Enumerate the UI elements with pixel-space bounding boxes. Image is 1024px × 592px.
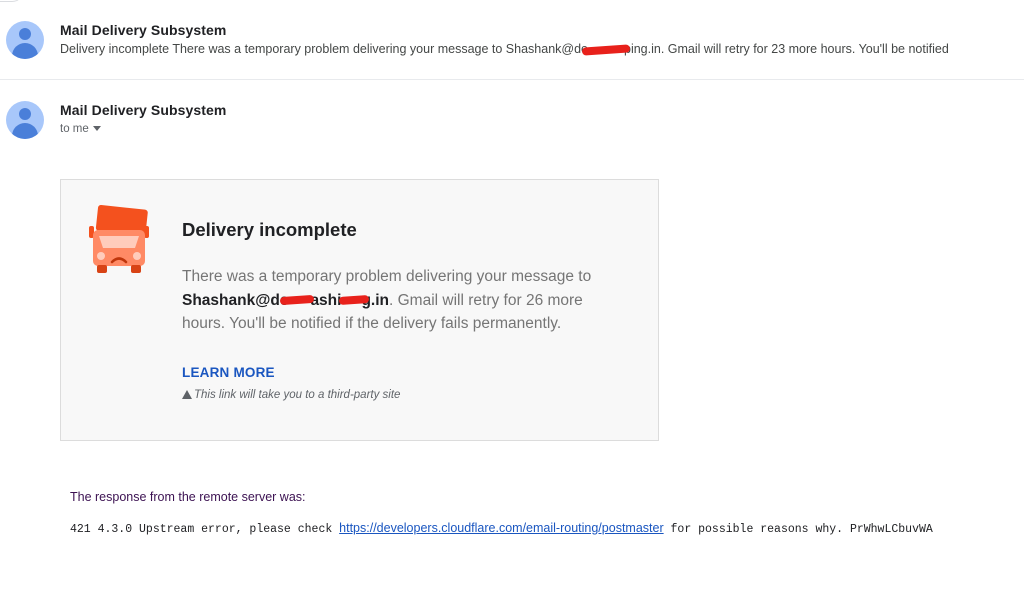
response-label: The response from the remote server was: [70, 490, 306, 504]
learn-more-link[interactable]: LEARN MORE [182, 365, 275, 380]
recipient-details-toggle[interactable]: to me [60, 123, 101, 135]
recipient-email: Shashank@de ashi g.in [182, 291, 390, 309]
sad-truck-icon [89, 205, 149, 273]
collapsed-message[interactable]: Mail Delivery Subsystem Delivery incompl… [0, 0, 1024, 80]
delivery-status-card: Delivery incomplete There was a temporar… [60, 179, 659, 441]
card-title: Delivery incomplete [182, 219, 357, 240]
person-avatar-icon[interactable] [6, 101, 44, 139]
postmaster-link[interactable]: https://developers.cloudflare.com/email-… [339, 521, 663, 535]
card-message: There was a temporary problem delivering… [182, 268, 592, 332]
message-snippet: Delivery incomplete There was a temporar… [60, 42, 949, 56]
third-party-note: This link will take you to a third-party… [182, 389, 400, 401]
warning-icon [182, 390, 192, 399]
response-text: 421 4.3.0 Upstream error, please check h… [70, 521, 933, 536]
redaction-mark [581, 44, 631, 56]
sender-name[interactable]: Mail Delivery Subsystem [60, 102, 227, 118]
person-avatar-icon[interactable] [6, 21, 44, 59]
chevron-down-icon[interactable] [92, 126, 101, 132]
sender-name[interactable]: Mail Delivery Subsystem [60, 22, 227, 38]
